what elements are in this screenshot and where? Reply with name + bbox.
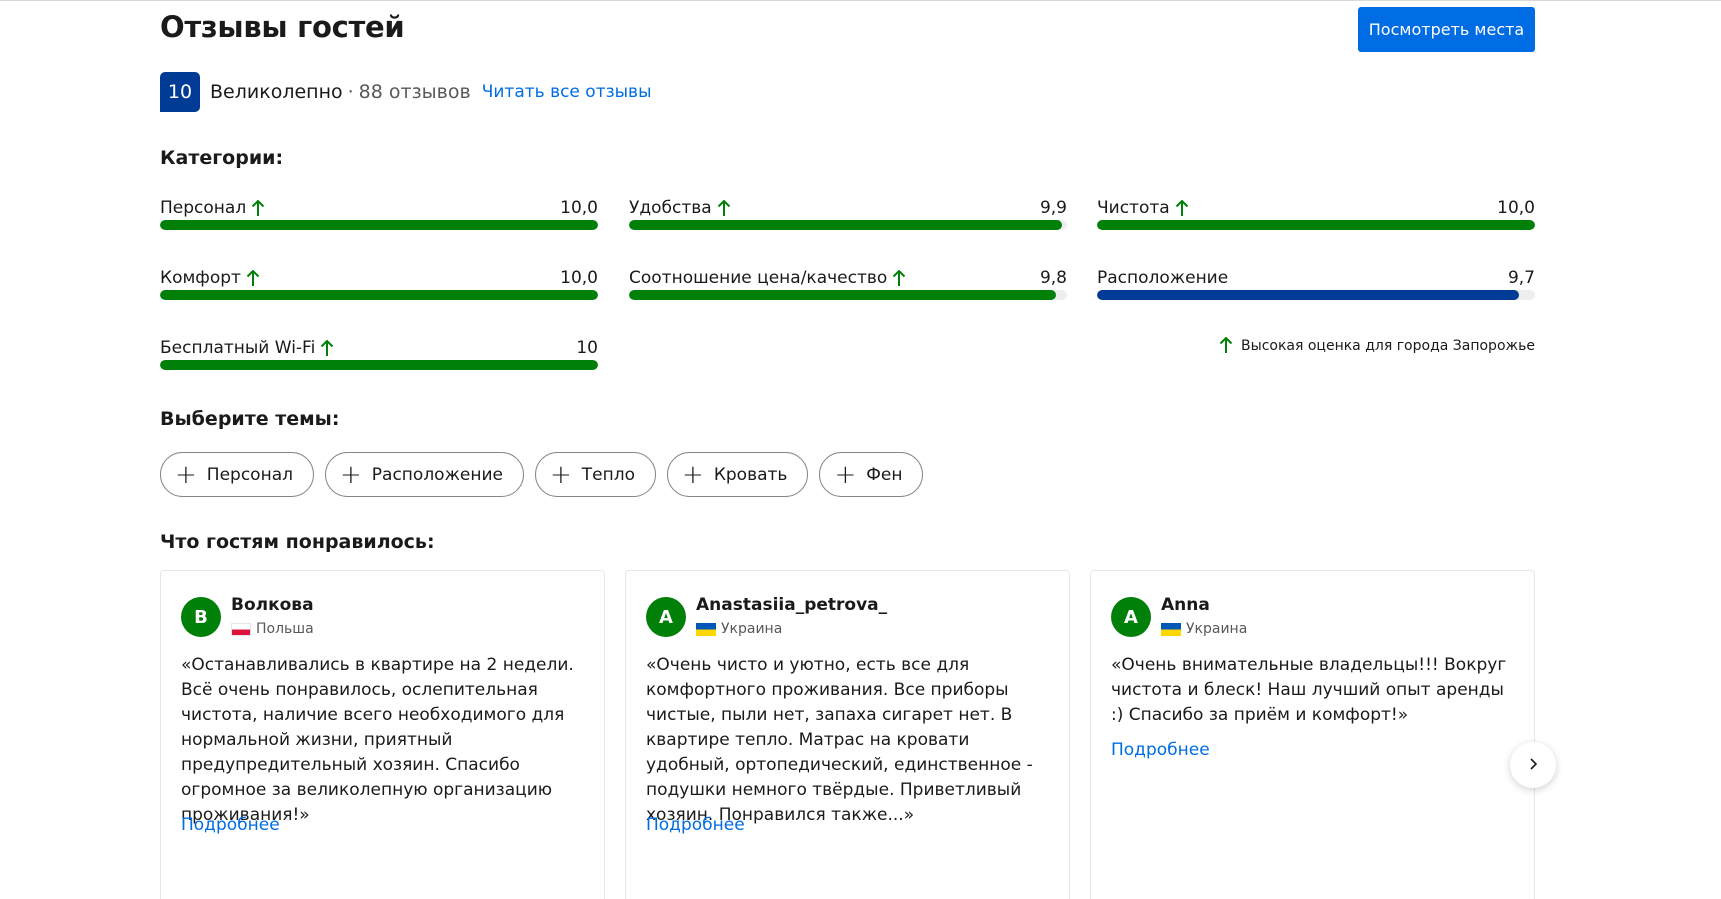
score-bar	[160, 290, 598, 300]
reviewer-country: Украина	[1186, 621, 1248, 637]
reviewer-country: Украина	[721, 621, 783, 637]
ukraine-flag-icon	[1161, 622, 1181, 636]
category-value: 10,0	[560, 268, 598, 288]
reviewer-name: Anastasiia_petrova_	[696, 595, 888, 615]
topic-chip-warmth[interactable]: + Тепло	[534, 452, 657, 497]
guest-reviews-section: Отзывы гостей Посмотреть места 10 Велико…	[160, 0, 1556, 899]
category-value: 9,9	[1039, 198, 1067, 218]
category-label: Комфорт	[160, 268, 241, 288]
category-label: Персонал	[160, 198, 247, 218]
topic-chip-staff[interactable]: + Персонал	[160, 452, 314, 497]
score-bar-fill	[1097, 220, 1535, 230]
score-bar	[629, 220, 1067, 230]
topic-chip-label: Кровать	[713, 464, 788, 485]
category-value: 10,0	[560, 198, 598, 218]
high-score-note: Высокая оценка для города Запорожье	[1219, 337, 1535, 354]
category-value: 9,7	[1507, 268, 1535, 288]
category-value: 9,8	[1039, 268, 1067, 288]
score-bar	[1097, 290, 1535, 300]
review-card: В Волкова Польша «Останавливались в квар…	[160, 570, 605, 899]
chevron-right-icon	[1527, 756, 1539, 775]
review-text: «Останавливались в квартире на 2 недели.…	[181, 655, 574, 825]
topics-title: Выберите темы:	[160, 408, 340, 430]
topic-chip-hairdryer[interactable]: + Фен	[819, 452, 924, 497]
topic-chip-label: Фен	[866, 464, 903, 485]
score-bar-fill	[1097, 290, 1520, 300]
category-label: Чистота	[1097, 198, 1170, 218]
category-value-for-money: Соотношение цена/качество 9,8	[629, 268, 1067, 308]
category-label: Удобства	[629, 198, 712, 218]
category-value: 10,0	[1497, 198, 1535, 218]
score-bar-fill	[629, 220, 1062, 230]
topic-chip-bed[interactable]: + Кровать	[667, 452, 809, 497]
score-bar-fill	[629, 290, 1057, 300]
ukraine-flag-icon	[696, 622, 716, 636]
reviewer-name: Волкова	[231, 595, 314, 615]
category-facilities: Удобства 9,9	[629, 198, 1067, 238]
carousel-next-button[interactable]	[1510, 742, 1556, 788]
topic-chip-location[interactable]: + Расположение	[324, 452, 524, 497]
category-label: Соотношение цена/качество	[629, 268, 888, 288]
reviewer-country: Польша	[256, 621, 314, 637]
review-carousel: В Волкова Польша «Останавливались в квар…	[160, 570, 1535, 899]
review-card: A Anna Украина «Очень внимательные владе…	[1090, 570, 1535, 899]
avatar: A	[646, 597, 686, 637]
score-bar	[160, 360, 598, 370]
arrow-up-icon	[1175, 199, 1189, 217]
plus-icon: +	[682, 459, 704, 490]
arrow-up-icon	[892, 269, 906, 287]
reviewer-name: Anna	[1161, 595, 1210, 615]
review-text: «Очень внимательные владельцы!!! Вокруг …	[1111, 655, 1507, 725]
page-title: Отзывы гостей	[160, 10, 405, 44]
category-label: Бесплатный Wi-Fi	[160, 338, 316, 358]
plus-icon: +	[834, 459, 857, 490]
category-free-wifi: Бесплатный Wi-Fi 10	[160, 338, 598, 378]
plus-icon: +	[339, 459, 362, 490]
avatar: A	[1111, 597, 1151, 637]
score-bar	[160, 220, 598, 230]
poland-flag-icon	[231, 622, 251, 636]
review-card: A Anastasiia_petrova_ Украина «Очень чис…	[625, 570, 1070, 899]
plus-icon: +	[549, 459, 572, 490]
plus-icon: +	[175, 459, 197, 490]
category-comfort: Комфорт 10,0	[160, 268, 598, 308]
topic-chip-label: Персонал	[206, 464, 293, 485]
category-staff: Персонал 10,0	[160, 198, 598, 238]
category-value: 10	[576, 338, 598, 358]
see-availability-button[interactable]: Посмотреть места	[1358, 7, 1535, 52]
category-cleanliness: Чистота 10,0	[1097, 198, 1535, 238]
score-bar	[629, 290, 1067, 300]
read-more-link[interactable]: Подробнее	[1111, 740, 1210, 760]
score-bar-fill	[160, 360, 598, 370]
score-bar	[1097, 220, 1535, 230]
arrow-up-icon	[717, 199, 731, 217]
topic-chip-label: Тепло	[581, 464, 636, 485]
arrow-up-icon	[246, 269, 260, 287]
overall-score: 10 Великолепно · 88 отзывов Читать все о…	[160, 72, 652, 112]
read-more-link[interactable]: Подробнее	[181, 815, 280, 835]
score-separator: ·	[347, 81, 354, 103]
topic-chip-label: Расположение	[371, 464, 503, 485]
categories-title: Категории:	[160, 147, 284, 169]
score-bar-fill	[160, 220, 598, 230]
category-label: Расположение	[1097, 268, 1229, 288]
score-word: Великолепно	[210, 81, 343, 103]
arrow-up-icon	[320, 339, 334, 357]
high-score-note-text: Высокая оценка для города Запорожье	[1241, 337, 1535, 354]
topic-filters: + Персонал + Расположение + Тепло + Кровать …	[160, 452, 924, 497]
review-text: «Очень чисто и уютно, есть все для комфо…	[646, 655, 1033, 825]
arrow-up-icon	[251, 199, 265, 217]
score-badge: 10	[160, 72, 200, 112]
read-all-reviews-link[interactable]: Читать все отзывы	[482, 82, 652, 102]
liked-title: Что гостям понравилось:	[160, 531, 435, 553]
read-more-link[interactable]: Подробнее	[646, 815, 745, 835]
category-location: Расположение 9,7	[1097, 268, 1535, 308]
score-bar-fill	[160, 290, 598, 300]
review-count: 88 отзывов	[358, 81, 471, 103]
arrow-up-icon	[1219, 337, 1233, 354]
avatar: В	[181, 597, 221, 637]
